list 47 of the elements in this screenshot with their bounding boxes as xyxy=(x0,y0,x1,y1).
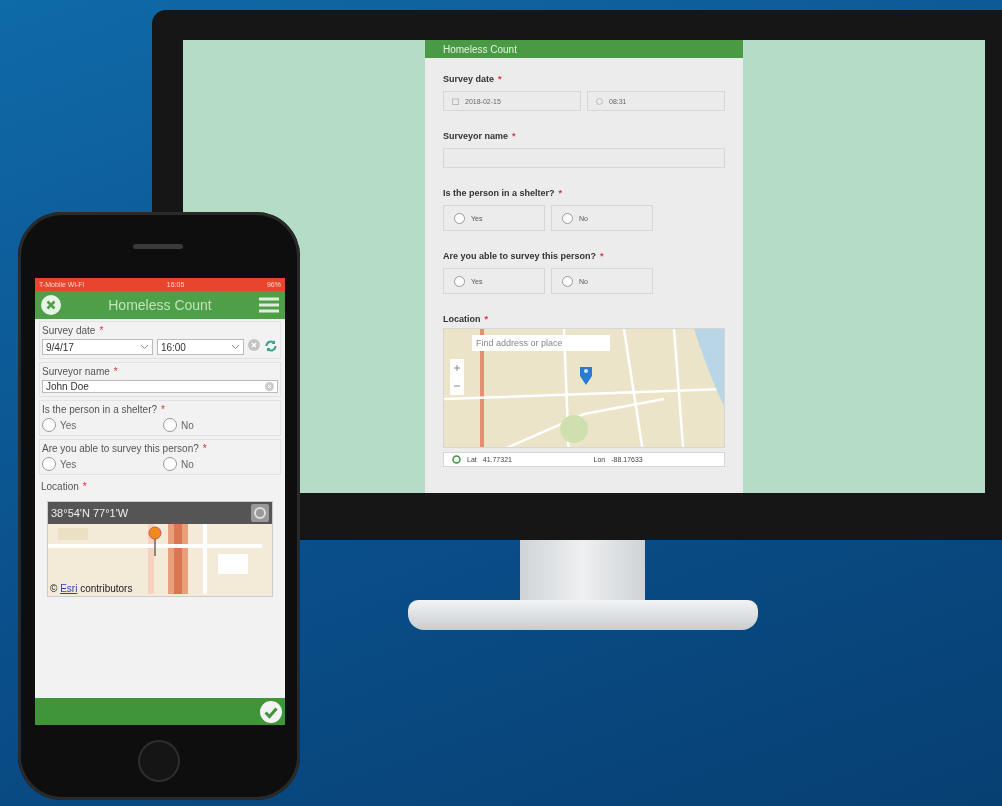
field-label: Are you able to survey this person? * xyxy=(42,443,208,454)
text-input[interactable]: John Doe xyxy=(42,380,278,393)
locate-icon[interactable] xyxy=(452,455,461,464)
map-zoom-controls[interactable] xyxy=(450,359,464,395)
radio-circle[interactable] xyxy=(454,212,465,224)
radio-circle[interactable] xyxy=(163,418,177,432)
close-icon[interactable] xyxy=(41,295,61,315)
locate-icon[interactable] xyxy=(251,504,269,522)
checkmark-icon[interactable] xyxy=(260,700,282,723)
field-label: Is the person in a shelter? * xyxy=(42,404,166,415)
radio-circle[interactable] xyxy=(562,275,573,287)
form-title: Homeless Count xyxy=(425,40,743,58)
radio-circle[interactable] xyxy=(42,457,56,471)
field-label: Surveyor name * xyxy=(443,131,517,141)
radio-circle[interactable] xyxy=(562,212,573,224)
chevron-down-icon xyxy=(139,344,149,350)
chevron-down-icon xyxy=(231,344,240,350)
radio-circle[interactable] xyxy=(163,457,177,471)
clear-icon[interactable] xyxy=(248,339,260,351)
field-label: Are you able to survey this person? * xyxy=(443,251,605,261)
time-dropdown[interactable]: 16:00 xyxy=(156,339,244,355)
phone-speaker xyxy=(133,244,183,249)
attribution-text: © Esri contributors xyxy=(49,583,134,596)
radio-circle[interactable] xyxy=(42,418,56,432)
attribution-link[interactable]: Esri xyxy=(60,583,78,594)
field-label: Is the person in a shelter? * xyxy=(443,188,564,198)
refresh-icon[interactable] xyxy=(264,339,278,353)
map-pin-icon xyxy=(580,367,592,385)
radio-circle[interactable] xyxy=(454,275,465,287)
field-label: Survey date * xyxy=(443,74,503,84)
field-label: Survey date * xyxy=(42,325,105,336)
map-search-field[interactable]: Find address or place xyxy=(472,335,610,351)
clear-icon[interactable] xyxy=(265,382,274,391)
menu-icon[interactable] xyxy=(259,297,279,313)
clock-icon xyxy=(596,97,603,105)
app-title: Homeless Count xyxy=(108,297,212,313)
radio-option[interactable]: No xyxy=(163,418,278,432)
radio-option[interactable]: Yes xyxy=(42,457,157,471)
coordinates-label: 38°54'N 77°1'W xyxy=(51,507,129,519)
radio-option[interactable]: No xyxy=(163,457,278,471)
field-label: Location * xyxy=(41,481,88,492)
calendar-icon xyxy=(452,97,459,105)
field-label: Location * xyxy=(443,314,489,324)
field-label: Surveyor name * xyxy=(42,366,119,377)
date-dropdown[interactable]: 9/4/17 xyxy=(42,339,153,355)
radio-option[interactable]: Yes xyxy=(42,418,157,432)
home-button[interactable] xyxy=(138,740,180,782)
